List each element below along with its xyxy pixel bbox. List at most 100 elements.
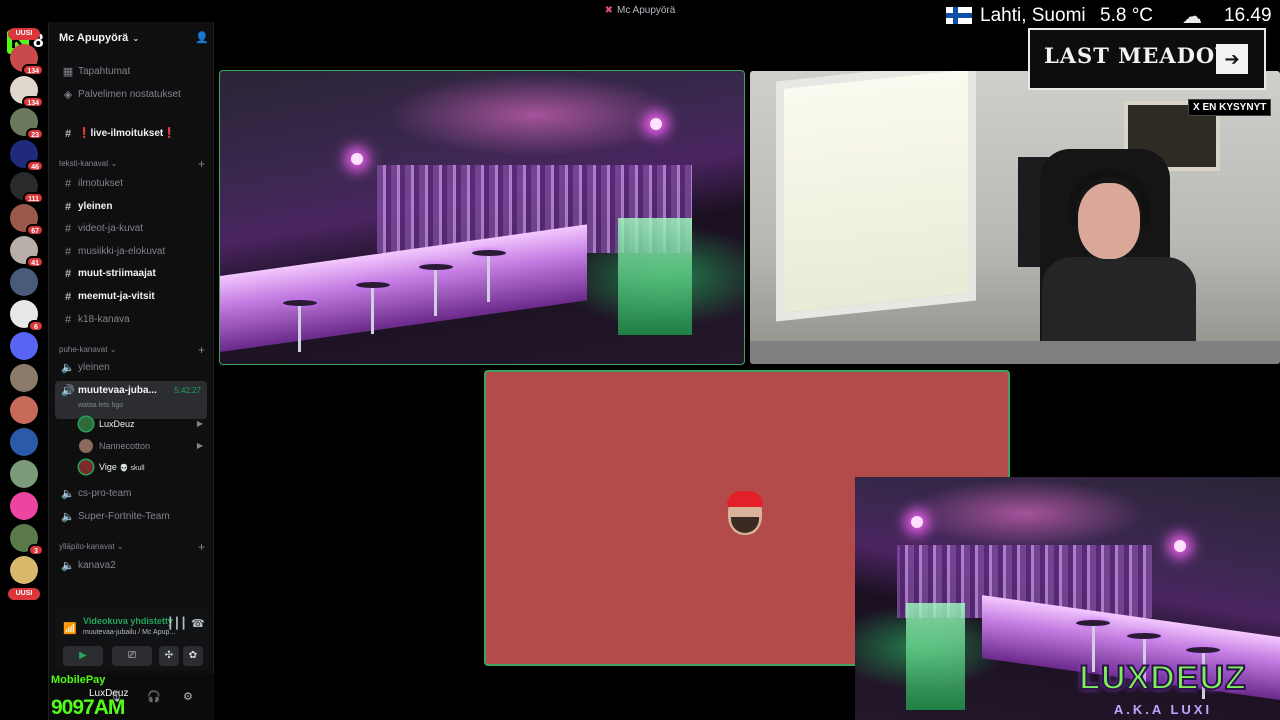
mention-badge: 67 <box>26 224 44 236</box>
headphones-icon[interactable]: 🎧 <box>147 690 161 703</box>
bar-stool <box>282 299 317 352</box>
channel-item[interactable]: # k18-kanava <box>55 310 207 330</box>
game-title-badge: LAST MEADOW ➔ <box>1028 28 1266 90</box>
chevron-down-icon: ⌄ <box>130 34 140 43</box>
channel-item[interactable]: # musiikki-ja-elokuvat <box>55 242 207 262</box>
voice-location[interactable]: muutevaa-jubailu / Mc Apup... <box>83 629 175 636</box>
server-icon[interactable] <box>10 460 38 488</box>
voice-user-name: Vige <box>99 462 117 472</box>
server-icon[interactable]: 134 <box>10 76 44 108</box>
voice-status: Videokuva yhdistetty <box>83 616 173 626</box>
server-icon[interactable] <box>10 556 38 584</box>
voice-channel-kanava2[interactable]: 🔈 kanava2 <box>55 556 207 576</box>
streamer-brand: LUXDEUZ <box>1078 659 1247 697</box>
speaker-icon: 🔈 <box>61 560 75 572</box>
voice-user[interactable]: Vige 💀 skull <box>79 458 207 476</box>
voice-channel-active[interactable]: 🔊 muutevaa-juba... 5:42:27 wataa lets hgo <box>55 381 207 419</box>
microphone-icon[interactable]: 🎙 <box>109 690 123 703</box>
hash-icon: # <box>64 178 72 190</box>
add-channel-icon[interactable]: + <box>198 157 205 171</box>
channel-sidebar: Mc Apupyörä ⌄ 👤 ▦ Tapahtumat ◈ Palvelimen … <box>48 22 215 720</box>
channel-name: musiikki-ja-elokuvat <box>78 245 166 257</box>
channel-item[interactable]: # ilmotukset <box>55 174 207 194</box>
game-title: LAST MEADOW <box>1044 43 1240 68</box>
disconnect-icon[interactable]: ☎ <box>191 617 205 630</box>
user-panel: MobilePay LuxDeuz 9097AM 🎙 🎧 ⚙ <box>49 674 215 720</box>
channel-item[interactable]: # meemut-ja-vitsit <box>55 287 207 307</box>
category-text-channels[interactable]: teksti-kanavat ⌄ + <box>59 157 205 173</box>
server-icon[interactable] <box>10 332 38 360</box>
desk <box>750 341 1280 364</box>
channel-name: meemut-ja-vitsit <box>78 291 155 302</box>
mention-badge: 111 <box>23 192 44 204</box>
soundboard-button[interactable]: ✿ <box>183 646 203 666</box>
server-icon[interactable]: 3 <box>10 524 44 556</box>
server-icon[interactable]: 23 <box>10 108 44 140</box>
settings-gear-icon[interactable]: ⚙ <box>183 690 193 703</box>
channel-item[interactable]: # muut-striimaajat <box>55 264 207 284</box>
channel-item[interactable]: # yleinen <box>55 197 207 217</box>
server-icon[interactable]: 6 <box>10 300 44 332</box>
add-member-icon[interactable]: 👤 <box>195 31 209 44</box>
bar-stool <box>471 249 506 302</box>
server-icon[interactable] <box>10 396 38 424</box>
voice-user[interactable]: Nannecotton ▶ <box>79 437 207 455</box>
channel-name: yleinen <box>78 200 113 212</box>
noise-suppression-icon[interactable]: ┃┃┃ <box>167 617 187 630</box>
video-tile-bar[interactable] <box>219 70 745 365</box>
chat-overlay-label: X EN KYSYNYT <box>1188 99 1272 116</box>
signal-icon[interactable]: 📶 <box>63 622 77 635</box>
voice-channel-yleinen[interactable]: 🔈 yleinen <box>55 358 207 378</box>
voice-channel-fortnite[interactable]: 🔈 Super-Fortnite-Team <box>55 507 207 527</box>
avatar <box>79 438 93 453</box>
avatar <box>79 417 93 431</box>
bar-pillar <box>906 603 966 711</box>
activities-button[interactable]: ✣ <box>159 646 179 666</box>
server-icon[interactable]: 67 <box>10 204 44 236</box>
add-channel-icon[interactable]: + <box>198 343 205 357</box>
bar-scene-image <box>220 71 744 364</box>
channel-live-announcements[interactable]: # ❗live-ilmoitukset❗ <box>55 124 207 144</box>
screen-share-button[interactable]: ⎚ <box>112 646 152 666</box>
voice-user[interactable]: LuxDeuz ▶ <box>79 415 207 433</box>
hash-icon: # <box>64 128 72 140</box>
voice-channel-cs[interactable]: 🔈 cs-pro-team <box>55 484 207 504</box>
server-icon[interactable]: 134 <box>10 44 44 76</box>
voice-user-name: Nannecotton <box>99 440 151 451</box>
speaker-icon: 🔈 <box>61 488 75 500</box>
channel-item[interactable]: # videot-ja-kuvat <box>55 219 207 239</box>
mention-badge: 23 <box>26 128 44 140</box>
add-channel-icon[interactable]: + <box>198 540 205 554</box>
mention-badge: 46 <box>26 160 44 172</box>
weather-location: Lahti, Suomi <box>980 5 1086 26</box>
bar-stool <box>1127 632 1161 639</box>
avatar <box>79 460 93 474</box>
voice-connection-panel: 📶 Videokuva yhdistetty muutevaa-jubailu … <box>55 608 209 670</box>
server-icon[interactable]: 46 <box>10 140 44 172</box>
events-link[interactable]: ▦ Tapahtumat <box>55 62 207 82</box>
clock-time: 16.49 <box>1224 5 1272 26</box>
boosts-link[interactable]: ◈ Palvelimen nostatukset <box>55 85 207 105</box>
app-icon: ✖ <box>604 5 613 16</box>
hash-icon: # <box>64 291 72 303</box>
bar-stool <box>356 281 391 334</box>
channel-status: wataa lets hgo <box>78 402 124 409</box>
channel-name: videot-ja-kuvat <box>78 223 144 235</box>
server-icon[interactable] <box>10 428 38 456</box>
category-admin-channels[interactable]: ylläpito-kanavat ⌄ + <box>59 540 205 556</box>
streamer-brand-sub: A.K.A LUXI <box>1113 702 1213 717</box>
server-icon[interactable] <box>10 364 38 392</box>
server-icon[interactable] <box>10 268 38 296</box>
arrow-right-icon: ➔ <box>1216 44 1248 74</box>
hash-icon: # <box>64 268 72 281</box>
bar-lamp <box>351 153 363 166</box>
camera-button[interactable]: ▶ <box>63 646 103 666</box>
room-window <box>776 71 976 322</box>
server-icon[interactable]: 41 <box>10 236 44 268</box>
new-label-bottom: UUSI <box>8 588 40 600</box>
server-header[interactable]: Mc Apupyörä ⌄ 👤 <box>59 32 209 46</box>
server-icon[interactable]: 111 <box>10 172 44 204</box>
category-voice-channels[interactable]: puhe-kanavat ⌄ + <box>59 343 205 359</box>
mention-badge: 134 <box>22 64 44 76</box>
server-icon[interactable] <box>10 492 38 520</box>
